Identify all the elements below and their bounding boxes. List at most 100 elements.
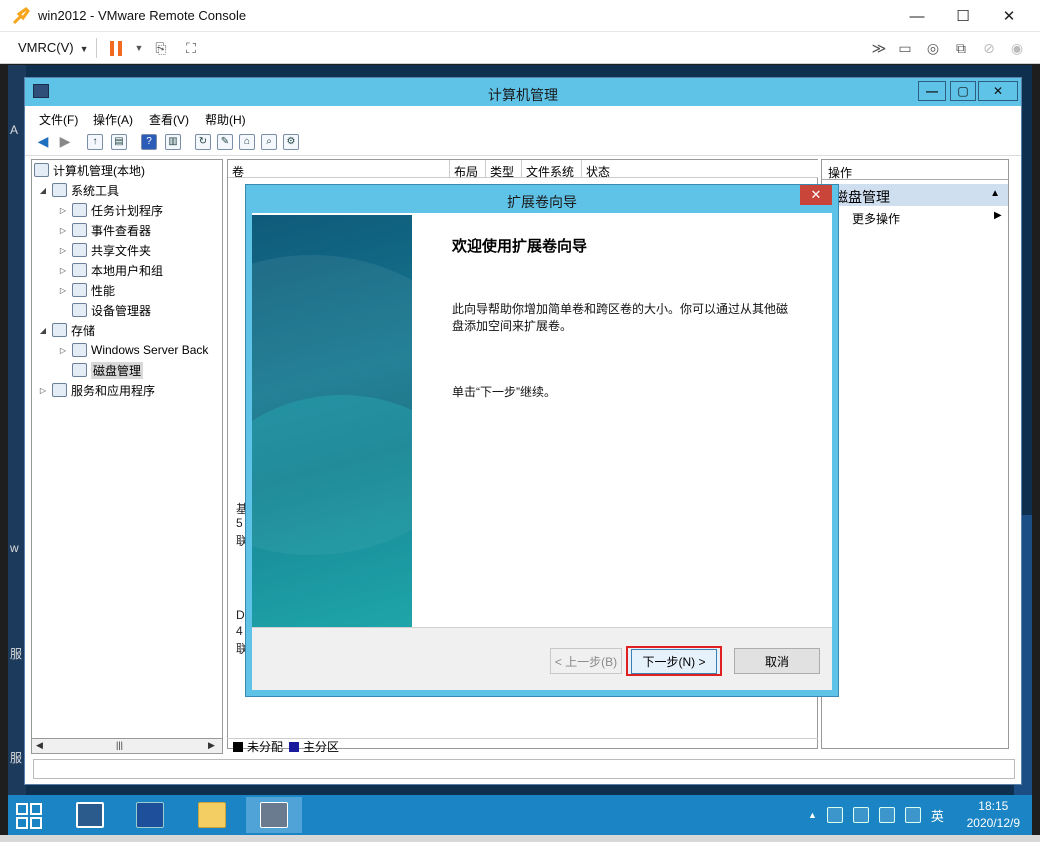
menu-help[interactable]: 帮助(H) bbox=[205, 111, 246, 128]
taskbar-file-explorer[interactable] bbox=[184, 797, 240, 833]
tree-item-task-scheduler[interactable]: ▷ 任务计划程序 bbox=[58, 200, 163, 220]
cancel-button[interactable]: 取消 bbox=[734, 648, 820, 674]
column-header-filesystem[interactable]: 文件系统 bbox=[522, 160, 582, 179]
forward-arrow-icon[interactable]: ▶ bbox=[57, 134, 73, 150]
network-adapter-icon[interactable]: ⧉ bbox=[952, 39, 970, 57]
chevron-down-icon[interactable]: ▼ bbox=[130, 39, 148, 57]
extend-volume-wizard[interactable]: 扩展卷向导 ✕ 欢迎使用扩展卷向导 此向导帮助你增加简单卷和跨区卷的大小。你可以… bbox=[245, 184, 839, 697]
tree-item-label: 共享文件夹 bbox=[91, 243, 152, 258]
send-ctrl-alt-del-icon[interactable]: ⎘ bbox=[152, 39, 170, 57]
legend-primary: 主分区 bbox=[303, 740, 340, 754]
cm-close-button[interactable]: ✕ bbox=[978, 81, 1018, 101]
tree-item-local-users[interactable]: ▷ 本地用户和组 bbox=[58, 260, 163, 280]
taskbar-computer-management[interactable] bbox=[246, 797, 302, 833]
expand-arrow-icon[interactable]: ▷ bbox=[58, 246, 68, 255]
vmrc-titlebar: win2012 - VMware Remote Console — ☐ ✕ bbox=[0, 0, 1040, 32]
taskbar-server-manager[interactable] bbox=[62, 797, 118, 833]
tray-network-icon[interactable] bbox=[878, 807, 895, 823]
taskbar-powershell[interactable] bbox=[122, 797, 178, 833]
tree-item-computer-management[interactable]: 计算机管理(本地) bbox=[34, 160, 145, 180]
bluetooth-icon[interactable]: ⊘ bbox=[980, 39, 998, 57]
tree-horizontal-scrollbar[interactable]: ◀ ||| ▶ bbox=[31, 738, 223, 754]
tree-item-windows-server-backup[interactable]: ▷ Windows Server Back bbox=[58, 340, 208, 360]
scroll-right-icon[interactable]: ▶ bbox=[208, 740, 215, 751]
open-folder-icon[interactable]: ⌂ bbox=[239, 134, 255, 150]
wizard-content: 欢迎使用扩展卷向导 此向导帮助你增加简单卷和跨区卷的大小。你可以通过从其他磁盘添… bbox=[412, 215, 830, 627]
help-icon[interactable]: ? bbox=[141, 134, 157, 150]
expand-arrow-icon[interactable]: ▷ bbox=[58, 286, 68, 295]
column-header-volume[interactable]: 卷 bbox=[228, 160, 450, 179]
maximize-button[interactable]: ☐ bbox=[940, 0, 986, 32]
cd-drive-icon[interactable]: ◎ bbox=[924, 39, 942, 57]
cm-titlebar[interactable]: 计算机管理 — ▢ ✕ bbox=[25, 78, 1021, 106]
expand-arrow-icon[interactable]: ▷ bbox=[58, 226, 68, 235]
fullscreen-icon[interactable]: ⛶ bbox=[182, 39, 200, 57]
column-header-type[interactable]: 类型 bbox=[486, 160, 522, 179]
refresh-icon[interactable]: ↻ bbox=[195, 134, 211, 150]
tree-item-event-viewer[interactable]: ▷ 事件查看器 bbox=[58, 220, 151, 240]
expand-toolbar-icon[interactable]: ≫ bbox=[870, 39, 888, 57]
expand-arrow-icon[interactable]: ▷ bbox=[58, 266, 68, 275]
close-button[interactable]: ✕ bbox=[986, 0, 1032, 32]
vm-screen[interactable]: A w 服 服 计算机管理 — ▢ ✕ 文件(F) 操作(A) 查看(V) 帮助… bbox=[8, 65, 1032, 835]
expand-arrow-icon[interactable]: ▷ bbox=[38, 386, 48, 395]
expand-arrow-icon[interactable]: ▷ bbox=[58, 346, 68, 355]
services-icon bbox=[52, 383, 67, 397]
action-pane[interactable]: 操作 磁盘管理 ▲ 更多操作 ▶ bbox=[821, 159, 1009, 749]
cm-maximize-button[interactable]: ▢ bbox=[950, 81, 976, 101]
column-header-status[interactable]: 状态 bbox=[582, 160, 818, 179]
tray-security-icon[interactable] bbox=[852, 807, 869, 823]
wizard-description: 此向导帮助你增加简单卷和跨区卷的大小。你可以通过从其他磁盘添加空间来扩展卷。 bbox=[452, 302, 789, 333]
more-actions-label: 更多操作 bbox=[852, 212, 901, 226]
next-button[interactable]: 下一步(N) > bbox=[626, 646, 722, 676]
show-hide-action-pane-icon[interactable]: ▥ bbox=[165, 134, 181, 150]
menu-file[interactable]: 文件(F) bbox=[39, 111, 78, 128]
ime-indicator[interactable]: 英 bbox=[931, 806, 944, 825]
tray-app-icon[interactable] bbox=[826, 807, 843, 823]
properties-icon[interactable]: ✎ bbox=[217, 134, 233, 150]
expand-arrow-icon[interactable]: ◢ bbox=[38, 326, 48, 335]
navigation-tree[interactable]: 计算机管理(本地) ◢ 系统工具 ▷ 任务计划程序 ▷ 事件查看器 ▷ 共享文件夹 ▷ 本… bbox=[31, 159, 223, 739]
minimize-button[interactable]: — bbox=[894, 0, 940, 32]
back-arrow-icon[interactable]: ◀ bbox=[35, 134, 51, 150]
scroll-left-icon[interactable]: ◀ bbox=[36, 740, 43, 751]
action-group-disk-management[interactable]: 磁盘管理 ▲ bbox=[822, 184, 1008, 206]
back-button[interactable]: < 上一步(B) bbox=[550, 648, 622, 674]
column-header-layout[interactable]: 布局 bbox=[450, 160, 486, 179]
menu-view[interactable]: 查看(V) bbox=[149, 111, 189, 128]
wizard-title: 扩展卷向导 bbox=[507, 194, 577, 210]
expand-arrow-icon[interactable]: ◢ bbox=[38, 186, 48, 195]
tree-item-device-manager[interactable]: 设备管理器 bbox=[72, 300, 151, 320]
hard-disk-icon[interactable]: ▭ bbox=[896, 39, 914, 57]
tree-item-services-apps[interactable]: ▷ 服务和应用程序 bbox=[38, 380, 155, 400]
desktop-label: A bbox=[10, 123, 19, 137]
tree-item-shared-folders[interactable]: ▷ 共享文件夹 bbox=[58, 240, 151, 260]
vmrc-menu[interactable]: VMRC(V) ▼ bbox=[18, 40, 89, 55]
event-log-icon bbox=[72, 223, 87, 237]
tray-expand-icon[interactable]: ▲ bbox=[808, 810, 817, 820]
menu-action[interactable]: 操作(A) bbox=[93, 111, 133, 128]
wizard-titlebar[interactable]: 扩展卷向导 ✕ bbox=[246, 185, 838, 213]
cm-minimize-button[interactable]: — bbox=[918, 81, 946, 101]
collapse-icon[interactable]: ▲ bbox=[990, 188, 1000, 199]
up-folder-icon[interactable]: ↑ bbox=[87, 134, 103, 150]
scroll-thumb[interactable]: ||| bbox=[116, 740, 123, 750]
more-actions-item[interactable]: 更多操作 ▶ bbox=[852, 210, 1002, 227]
usb-icon[interactable]: ◉ bbox=[1008, 39, 1026, 57]
tree-item-system-tools[interactable]: ◢ 系统工具 bbox=[38, 180, 119, 200]
tray-volume-icon[interactable] bbox=[904, 807, 921, 823]
search-icon[interactable]: ⌕ bbox=[261, 134, 277, 150]
pause-icon[interactable] bbox=[110, 41, 124, 56]
expand-arrow-icon[interactable]: ▷ bbox=[58, 206, 68, 215]
tree-item-performance[interactable]: ▷ 性能 bbox=[58, 280, 115, 300]
settings-icon[interactable]: ⚙ bbox=[283, 134, 299, 150]
show-hide-tree-icon[interactable]: ▤ bbox=[111, 134, 127, 150]
disk-legend: 未分配 主分区 bbox=[227, 738, 818, 754]
start-button[interactable] bbox=[16, 803, 42, 829]
tree-item-storage[interactable]: ◢ 存储 bbox=[38, 320, 95, 340]
wizard-close-button[interactable]: ✕ bbox=[800, 185, 832, 205]
folder-icon bbox=[198, 802, 226, 828]
tree-item-label: 设备管理器 bbox=[91, 303, 152, 318]
tree-item-disk-management[interactable]: 磁盘管理 bbox=[72, 360, 144, 380]
taskbar-clock[interactable]: 18:15 2020/12/9 bbox=[967, 798, 1020, 832]
